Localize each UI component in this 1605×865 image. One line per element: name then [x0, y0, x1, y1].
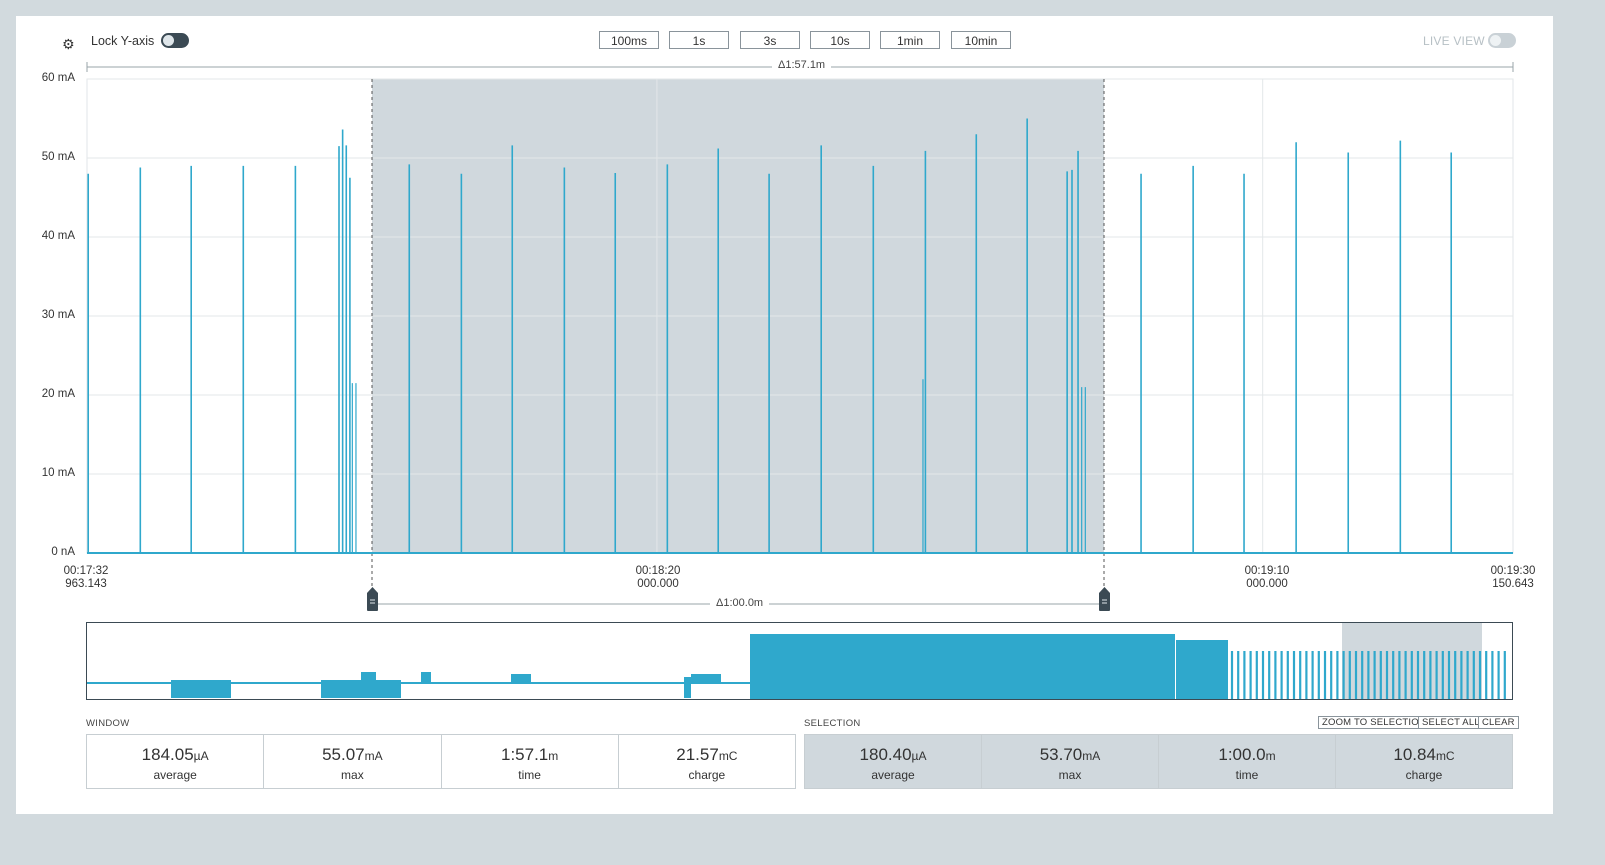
current-chart[interactable] [0, 0, 1605, 620]
overview-burst [171, 680, 231, 698]
clear-selection-button[interactable]: CLEAR [1478, 716, 1519, 729]
stat-value: 184.05 [141, 745, 194, 764]
selection-end-handle[interactable] [1098, 587, 1111, 612]
window-stats: 184.05µA average 55.07mA max 1:57.1m tim… [86, 734, 796, 789]
stat-label: time [518, 768, 541, 782]
stat-unit: m [1265, 749, 1276, 763]
stat-label: max [341, 768, 364, 782]
stat-unit: m [548, 749, 559, 763]
selection-average-stat: 180.40µA average [805, 735, 982, 788]
y-tick-label: 10 mA [41, 467, 75, 479]
stat-value: 55.07 [322, 745, 365, 764]
y-tick-label: 20 mA [41, 388, 75, 400]
stat-unit: mA [1082, 749, 1101, 763]
stat-value: 1:57.1 [500, 745, 549, 764]
overview-dense-region [750, 634, 1175, 699]
window-charge-stat: 21.57mC charge [619, 735, 795, 788]
y-tick-label: 0 nA [51, 546, 75, 558]
window-section-label: WINDOW [86, 718, 130, 729]
x-tick-label: 00:19:10 000.000 [1241, 565, 1293, 591]
stat-value: 53.70 [1039, 745, 1083, 764]
x-tick-ms: 963.143 [65, 578, 107, 590]
stat-value: 21.57 [676, 745, 719, 764]
x-tick-label: 00:17:32 963.143 [60, 565, 112, 591]
stat-unit: mC [718, 749, 738, 763]
select-all-button[interactable]: SELECT ALL [1418, 716, 1484, 729]
selection-max-stat: 53.70mA max [982, 735, 1159, 788]
stat-label: charge [688, 768, 726, 782]
selection-charge-stat: 10.84mC charge [1336, 735, 1512, 788]
selection-delta-label: Δ1:00.0m [710, 597, 770, 609]
x-tick-label: 00:19:30 150.643 [1487, 565, 1539, 591]
selection-time-stat: 1:00.0m time [1159, 735, 1336, 788]
x-tick-time: 00:17:32 [63, 565, 109, 577]
stat-value: 10.84 [1393, 745, 1436, 764]
selection-section-label: SELECTION [804, 718, 861, 729]
window-max-stat: 55.07mA max [264, 735, 442, 788]
x-tick-ms: 000.000 [637, 578, 679, 590]
overview-minimap[interactable] [86, 622, 1514, 701]
zoom-to-selection-button[interactable]: ZOOM TO SELECTION [1318, 716, 1430, 729]
overview-burst [511, 674, 531, 684]
overview-burst [421, 672, 431, 684]
stat-value: 1:00.0 [1218, 745, 1266, 764]
stat-unit: mC [1435, 749, 1455, 763]
stat-label: average [153, 768, 197, 782]
stat-label: average [871, 768, 915, 782]
stat-unit: µA [193, 749, 209, 763]
selection-start-handle[interactable] [366, 587, 379, 612]
y-tick-label: 50 mA [41, 151, 75, 163]
window-delta-label: Δ1:57.1m [772, 59, 832, 71]
window-time-stat: 1:57.1m time [442, 735, 619, 788]
selection-stats: 180.40µA average 53.70mA max 1:00.0m tim… [804, 734, 1513, 789]
x-tick-label: 00:18:20 000.000 [632, 565, 684, 591]
stat-label: charge [1405, 768, 1443, 782]
stat-label: time [1235, 768, 1259, 782]
overview-burst [691, 674, 721, 684]
window-average-stat: 184.05µA average [87, 735, 265, 788]
stat-value: 180.40 [859, 745, 912, 764]
x-tick-ms: 000.000 [1246, 578, 1288, 590]
y-tick-label: 30 mA [41, 309, 75, 321]
stat-unit: mA [364, 749, 383, 763]
stat-unit: µA [911, 749, 927, 763]
x-tick-time: 00:19:30 [1490, 565, 1536, 577]
overview-burst [361, 672, 376, 684]
x-tick-ms: 150.643 [1492, 578, 1534, 590]
y-tick-label: 40 mA [41, 230, 75, 242]
x-tick-time: 00:19:10 [1244, 565, 1290, 577]
x-tick-time: 00:18:20 [635, 565, 681, 577]
overview-burst [684, 677, 691, 698]
overview-dense-region [1176, 640, 1228, 699]
stat-label: max [1058, 768, 1082, 782]
y-tick-label: 60 mA [41, 72, 75, 84]
